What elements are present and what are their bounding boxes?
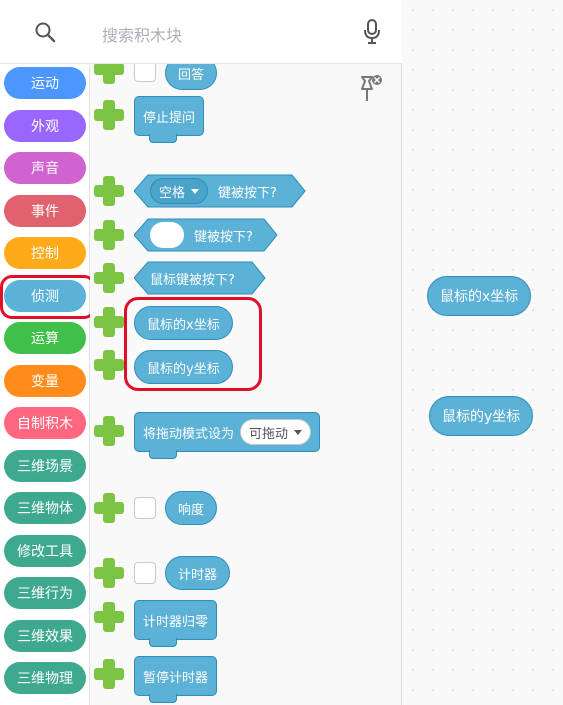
block-answer-label: 回答 (178, 67, 205, 83)
workspace-block-mouse-y-label: 鼠标的y坐标 (442, 409, 521, 425)
block-reset-timer-label: 计时器归零 (143, 614, 209, 630)
block-mouse-down[interactable]: 鼠标键被按下? (134, 261, 266, 295)
block-reset-timer[interactable]: 计时器归零 (134, 600, 218, 647)
add-block-icon[interactable] (92, 600, 126, 634)
add-block-icon[interactable] (92, 174, 126, 208)
chevron-down-icon (294, 429, 303, 435)
add-block-icon[interactable] (92, 98, 126, 132)
block-key-pressed-space[interactable]: 空格 键被按下? (134, 174, 306, 208)
search-placeholder: 搜索积木块 (102, 26, 183, 45)
category-selection-highlight (0, 275, 96, 319)
category-events[interactable]: 事件 (4, 195, 86, 227)
category-motion[interactable]: 运动 (4, 67, 86, 99)
unpin-icon[interactable] (356, 73, 386, 107)
search-icon (35, 22, 56, 42)
block-set-drag-mode-label: 将拖动模式设为 (143, 426, 235, 442)
block-stop-asking-label: 停止提问 (143, 110, 196, 126)
drag-mode-dropdown[interactable]: 可拖动 (240, 419, 312, 445)
block-timer[interactable]: 计时器 (165, 556, 231, 590)
scratch-editor: 运动 外观 声音 事件 控制 侦测 运算 变量 自制积木 三维场景 三维物体 修… (0, 0, 563, 705)
block-search-bar-overlay: 搜索积木块 (90, 0, 402, 64)
monitor-checkbox-timer[interactable] (134, 562, 156, 584)
chevron-down-icon (191, 188, 200, 194)
add-block-icon[interactable] (92, 556, 126, 590)
category-modify-tools[interactable]: 修改工具 (4, 535, 86, 567)
block-pause-timer-label: 暂停计时器 (143, 670, 209, 686)
key-dropdown-value: 空格 (159, 185, 186, 201)
category-3d-scene[interactable]: 三维场景 (4, 450, 86, 482)
highlight-box (124, 297, 262, 391)
category-3d-physics[interactable]: 三维物理 (4, 662, 86, 694)
category-variables[interactable]: 变量 (4, 365, 86, 397)
block-pause-timer[interactable]: 暂停计时器 (134, 656, 218, 703)
code-workspace[interactable]: 鼠标的x坐标 鼠标的y坐标 (403, 0, 563, 705)
add-block-icon[interactable] (92, 305, 126, 339)
block-key-pressed2-label: 键被按下? (194, 229, 253, 245)
category-looks[interactable]: 外观 (4, 110, 86, 142)
workspace-block-mouse-y[interactable]: 鼠标的y坐标 (429, 396, 534, 436)
drag-mode-value: 可拖动 (249, 426, 289, 442)
add-block-icon[interactable] (92, 261, 126, 295)
key-dropdown[interactable]: 空格 (150, 178, 209, 204)
workspace-block-mouse-x-label: 鼠标的x坐标 (440, 289, 519, 305)
add-block-icon[interactable] (92, 414, 126, 448)
microphone-icon[interactable] (362, 18, 382, 46)
add-block-icon[interactable] (92, 491, 126, 525)
category-3d-effect[interactable]: 三维效果 (4, 620, 86, 652)
monitor-checkbox-loudness[interactable] (134, 497, 156, 519)
category-3d-behavior[interactable]: 三维行为 (4, 577, 86, 609)
block-key-pressed-input[interactable]: 键被按下? (134, 218, 278, 252)
category-my-blocks[interactable]: 自制积木 (4, 407, 86, 439)
search-toggle[interactable] (0, 0, 90, 64)
block-set-drag-mode[interactable]: 将拖动模式设为 可拖动 (134, 412, 321, 459)
category-operators[interactable]: 运算 (4, 322, 86, 354)
category-menu: 运动 外观 声音 事件 控制 侦测 运算 变量 自制积木 三维场景 三维物体 修… (0, 0, 96, 705)
block-loudness-label: 响度 (178, 502, 205, 518)
block-stop-asking[interactable]: 停止提问 (134, 96, 205, 143)
block-mouse-down-label: 鼠标键被按下? (150, 272, 235, 288)
block-key-pressed-label: 键被按下? (218, 185, 277, 201)
block-timer-label: 计时器 (178, 567, 218, 583)
block-loudness[interactable]: 响度 (165, 491, 218, 525)
add-block-icon[interactable] (92, 218, 126, 252)
workspace-block-mouse-x[interactable]: 鼠标的x坐标 (427, 276, 532, 316)
key-input[interactable] (150, 222, 184, 248)
add-block-icon[interactable] (92, 348, 126, 382)
category-control[interactable]: 控制 (4, 237, 86, 269)
category-3d-object[interactable]: 三维物体 (4, 492, 86, 524)
category-sound[interactable]: 声音 (4, 152, 86, 184)
add-block-icon[interactable] (92, 657, 126, 691)
